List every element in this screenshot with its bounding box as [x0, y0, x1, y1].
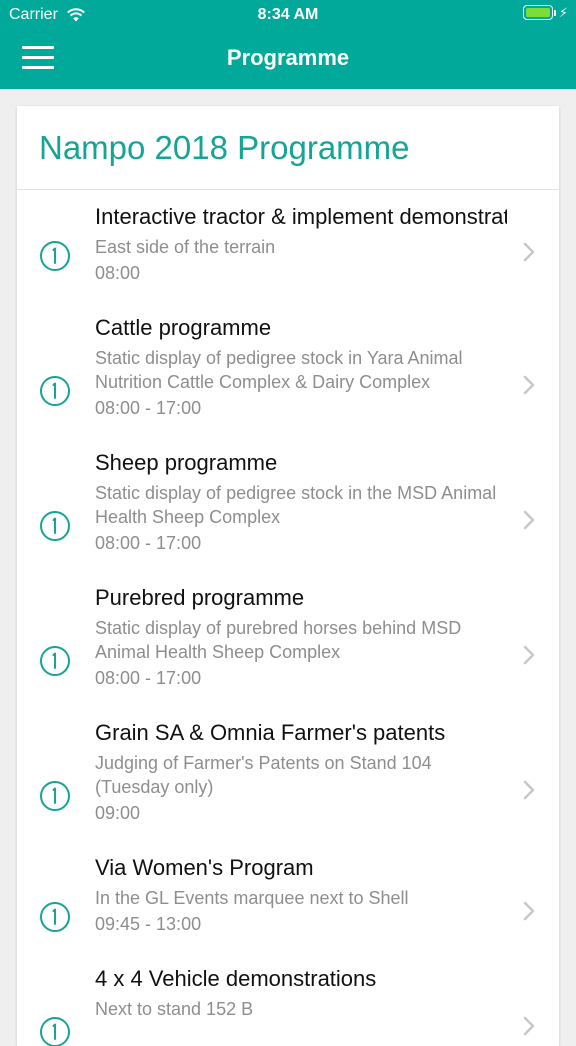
programme-item-description: Judging of Farmer's Patents on Stand 104…: [95, 753, 432, 797]
programme-item-text: 4 x 4 Vehicle demonstrations Next to stan…: [95, 964, 507, 1021]
clock-icon: [40, 781, 70, 811]
programme-item-description: Static display of pedigree stock in the …: [95, 483, 497, 527]
page-title: Programme: [226, 45, 350, 70]
programme-item-text: Interactive tractor & implement demonstr…: [95, 202, 507, 285]
programme-item-time: 08:00 - 17:00: [95, 668, 202, 688]
programme-item-title: Cattle programme: [95, 315, 272, 340]
programme-list-item[interactable]: Grain SA & Omnia Farmer's patents Judging…: [17, 718, 559, 853]
programme-list-item[interactable]: 4 x 4 Vehicle demonstrations Next to stan…: [17, 964, 559, 1046]
chevron-right-icon: [523, 242, 535, 262]
charging-bolt-icon: ⚡: [558, 5, 568, 20]
programme-item-title: Interactive tractor & implement demonstr…: [95, 204, 507, 229]
programme-item-title: Sheep programme: [95, 450, 278, 475]
programme-item-text: Cattle programme Static display of pedigr…: [95, 313, 507, 420]
navigation-bar: Programme: [0, 30, 576, 89]
programme-list-item[interactable]: Via Women's Program In the GL Events marq…: [17, 853, 559, 964]
chevron-right-icon: [523, 510, 535, 530]
programme-item-time: 09:45 - 13:00: [95, 914, 202, 934]
programme-item-time: 08:00 - 17:00: [95, 533, 202, 553]
programme-list-item[interactable]: Cattle programme Static display of pedigr…: [17, 313, 559, 448]
programme-item-time: 08:00 - 17:00: [95, 398, 202, 418]
chevron-right-icon: [523, 780, 535, 800]
app-header: Carrier 8:34 AM ⚡ Programme: [0, 0, 576, 89]
programme-item-title: 4 x 4 Vehicle demonstrations: [95, 966, 377, 991]
programme-item-time: 08:00: [95, 263, 141, 283]
programme-item-text: Purebred programme Static display of pure…: [95, 583, 507, 690]
programme-list-item[interactable]: Purebred programme Static display of pure…: [17, 583, 559, 718]
programme-item-description: Next to stand 152 B: [95, 999, 254, 1019]
battery-indicator: ⚡: [522, 5, 568, 20]
clock-icon: [40, 902, 70, 932]
chevron-right-icon: [523, 901, 535, 921]
chevron-right-icon: [523, 645, 535, 665]
clock-icon: [40, 646, 70, 676]
programme-item-text: Grain SA & Omnia Farmer's patents Judging…: [95, 718, 507, 825]
programme-heading: Nampo 2018 Programme: [17, 106, 559, 190]
programme-list-item[interactable]: Interactive tractor & implement demonstr…: [17, 202, 559, 313]
programme-item-title: Purebred programme: [95, 585, 305, 610]
clock-icon: [40, 376, 70, 406]
programme-item-time: 09:00: [95, 803, 141, 823]
programme-item-title: Grain SA & Omnia Farmer's patents: [95, 720, 446, 745]
battery-icon: [522, 5, 553, 20]
programme-item-text: Via Women's Program In the GL Events marq…: [95, 853, 507, 936]
clock-icon: [40, 511, 70, 541]
status-time: 8:34 AM: [257, 6, 319, 23]
programme-item-title: Via Women's Program: [95, 855, 314, 880]
battery-level: [525, 8, 550, 17]
programme-card: Nampo 2018 Programme Interactive tractor…: [17, 106, 559, 1046]
battery-tip: [553, 9, 556, 16]
chevron-right-icon: [523, 1016, 535, 1036]
clock-icon: [40, 241, 70, 271]
programme-list-item[interactable]: Sheep programme Static display of pedigre…: [17, 448, 559, 583]
chevron-right-icon: [523, 375, 535, 395]
programme-item-text: Sheep programme Static display of pedigre…: [95, 448, 507, 555]
programme-item-description: Static display of pedigree stock in Yara…: [95, 348, 463, 392]
programme-item-description: Static display of purebred horses behind…: [95, 618, 462, 662]
programme-item-description: In the GL Events marquee next to Shell: [95, 888, 409, 908]
status-bar: Carrier 8:34 AM ⚡: [0, 0, 576, 30]
clock-icon: [40, 1017, 70, 1046]
programme-item-description: East side of the terrain: [95, 237, 276, 257]
